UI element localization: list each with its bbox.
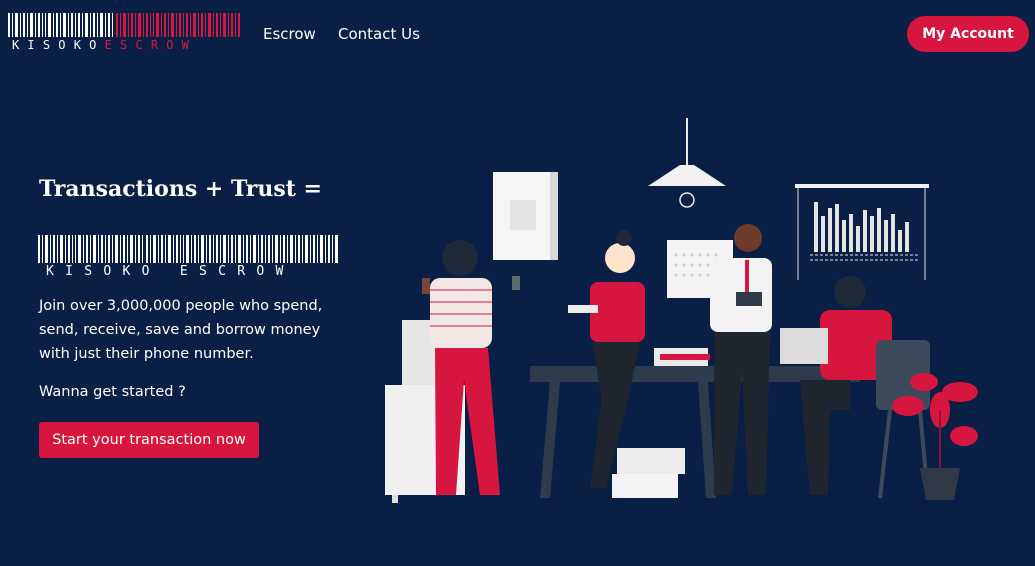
storage-boxes-icon — [612, 448, 685, 498]
nav-link-contact-us[interactable]: Contact Us — [338, 25, 420, 43]
logo-wordmark: KISOKOESCROW — [12, 38, 197, 52]
hero-description: Join over 3,000,000 people who spend, se… — [39, 298, 323, 362]
hero-barcode-logo: KISOKO ESCROW — [38, 235, 338, 281]
hero-logo-wordmark: KISOKO ESCROW — [46, 264, 295, 279]
hero-prompt: Wanna get started ? — [39, 384, 186, 400]
start-transaction-button[interactable]: Start your transaction now — [39, 422, 259, 458]
office-team-illustration — [380, 110, 1000, 520]
hero-barcode-graphic — [38, 235, 338, 263]
logo-wordmark-kisoko: KISOKO — [12, 38, 105, 52]
bar-chart-board-icon — [795, 184, 929, 280]
wall-frame-icon — [493, 172, 558, 260]
hanging-lamp-icon — [648, 118, 726, 208]
man-at-laptop-figure — [780, 276, 930, 499]
my-account-button[interactable]: My Account — [907, 16, 1029, 52]
nav-link-escrow[interactable]: Escrow — [263, 25, 316, 43]
top-nav: KISOKOESCROW Escrow Contact Us My Accoun… — [0, 0, 1035, 70]
hero-headline: Transactions + Trust = — [39, 176, 322, 202]
kisoko-escrow-logo[interactable]: KISOKOESCROW — [8, 13, 240, 55]
woman-with-coffee-figure — [422, 240, 520, 495]
barcode-logo-graphic — [8, 13, 240, 37]
man-with-tablet-figure — [710, 224, 772, 495]
logo-wordmark-escrow: ESCROW — [104, 38, 198, 52]
